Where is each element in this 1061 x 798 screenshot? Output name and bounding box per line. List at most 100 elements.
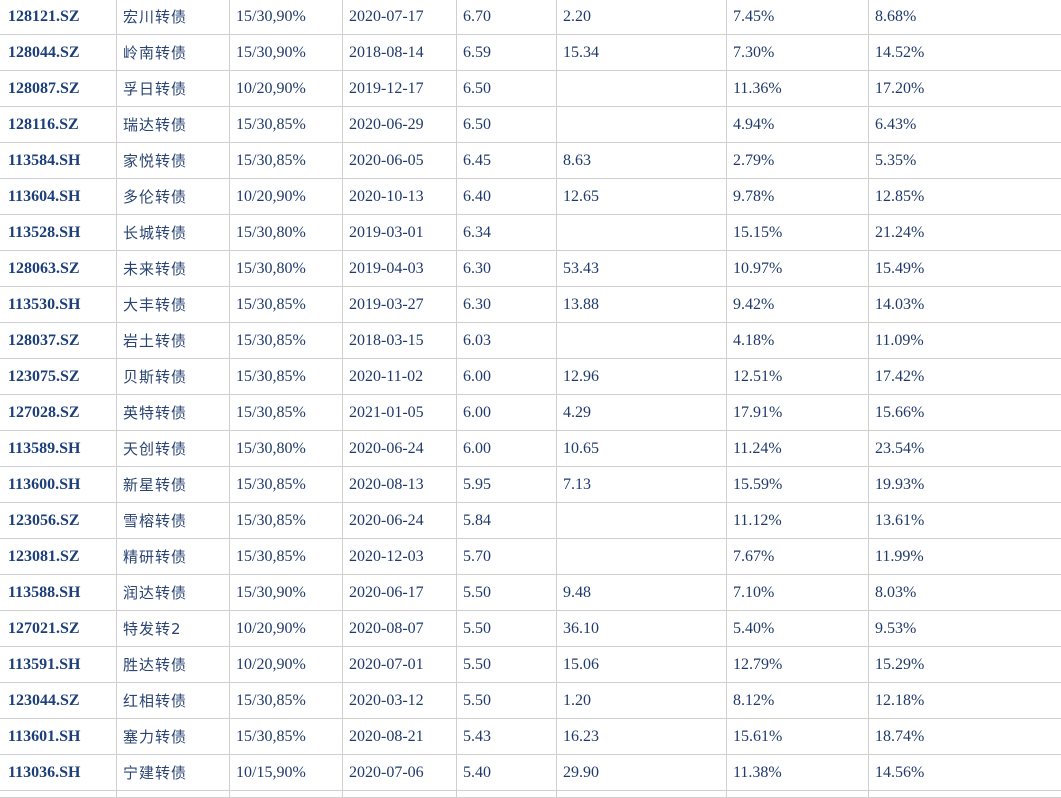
date-cell: 2020-11-02 [343, 359, 457, 395]
date-cell: 2020-07-06 [343, 755, 457, 791]
percent-2-cell: 14.56% [869, 755, 1061, 791]
value-1-cell: 6.40 [457, 179, 557, 215]
bond-name-cell: 红相转债 [117, 683, 230, 719]
value-1-cell: 5.50 [457, 575, 557, 611]
terms-cell: 15/30,80% [230, 215, 343, 251]
table-row: 113584.SH家悦转债15/30,85%2020-06-056.458.63… [0, 143, 1061, 179]
bond-code-cell: 128121.SZ [0, 0, 117, 35]
percent-2-cell: 15.66% [869, 395, 1061, 431]
table-row: 113604.SH多伦转债10/20,90%2020-10-136.4012.6… [0, 179, 1061, 215]
date-cell: 2019-03-01 [343, 215, 457, 251]
value-1-cell: 6.50 [457, 107, 557, 143]
percent-1-cell: 11.38% [727, 755, 869, 791]
date-cell: 2018-03-15 [343, 323, 457, 359]
percent-2-cell: 15.49% [869, 251, 1061, 287]
date-cell: 2018-08-14 [343, 35, 457, 71]
bond-code-cell: 127028.SZ [0, 395, 117, 431]
percent-1-cell: 15.61% [727, 719, 869, 755]
date-cell: 2019-12-17 [343, 71, 457, 107]
percent-1-cell: 5.40% [727, 611, 869, 647]
percent-1-cell: 7.45% [727, 0, 869, 35]
table-row: 123056.SZ雪榕转债15/30,85%2020-06-245.8411.1… [0, 503, 1061, 539]
value-1-cell: 6.30 [457, 287, 557, 323]
value-1-cell: 6.50 [457, 71, 557, 107]
table-row-partial [0, 791, 1061, 798]
date-cell: 2020-06-05 [343, 143, 457, 179]
value-1-cell: 6.34 [457, 215, 557, 251]
value-2-cell: 12.65 [557, 179, 727, 215]
terms-cell: 10/20,90% [230, 647, 343, 683]
terms-cell: 15/30,85% [230, 287, 343, 323]
date-cell: 2020-03-12 [343, 683, 457, 719]
table-row: 128037.SZ岩土转债15/30,85%2018-03-156.034.18… [0, 323, 1061, 359]
bond-code-cell: 128063.SZ [0, 251, 117, 287]
bond-name-cell: 精研转债 [117, 539, 230, 575]
bond-name-cell: 孚日转债 [117, 71, 230, 107]
percent-2-cell: 21.24% [869, 215, 1061, 251]
percent-1-cell: 9.78% [727, 179, 869, 215]
percent-2-cell: 8.68% [869, 0, 1061, 35]
percent-1-cell: 9.42% [727, 287, 869, 323]
percent-2-cell: 12.85% [869, 179, 1061, 215]
date-cell: 2020-06-17 [343, 575, 457, 611]
bond-name-cell: 新星转债 [117, 467, 230, 503]
percent-1-cell: 4.94% [727, 107, 869, 143]
bond-code-cell: 123075.SZ [0, 359, 117, 395]
percent-2-cell: 17.42% [869, 359, 1061, 395]
bond-name-cell: 特发转2 [117, 611, 230, 647]
value-1-cell: 6.70 [457, 0, 557, 35]
date-cell: 2020-12-03 [343, 539, 457, 575]
table-row: 128063.SZ未来转债15/30,80%2019-04-036.3053.4… [0, 251, 1061, 287]
terms-cell: 10/20,90% [230, 179, 343, 215]
bond-name-cell: 长城转债 [117, 215, 230, 251]
bond-code-cell: 113584.SH [0, 143, 117, 179]
table-row: 123081.SZ精研转债15/30,85%2020-12-035.707.67… [0, 539, 1061, 575]
bond-name-cell: 宏川转债 [117, 0, 230, 35]
bond-code-cell: 123081.SZ [0, 539, 117, 575]
percent-2-cell: 5.35% [869, 143, 1061, 179]
terms-cell: 15/30,80% [230, 251, 343, 287]
bond-code-cell: 128116.SZ [0, 107, 117, 143]
percent-1-cell: 17.91% [727, 395, 869, 431]
table-row: 113530.SH大丰转债15/30,85%2019-03-276.3013.8… [0, 287, 1061, 323]
bond-name-cell: 胜达转债 [117, 647, 230, 683]
value-1-cell: 5.40 [457, 755, 557, 791]
table-row: 113036.SH宁建转债10/15,90%2020-07-065.4029.9… [0, 755, 1061, 791]
value-1-cell: 5.70 [457, 539, 557, 575]
value-2-cell: 29.90 [557, 755, 727, 791]
bond-name-cell: 贝斯转债 [117, 359, 230, 395]
table-row: 113528.SH长城转债15/30,80%2019-03-016.3415.1… [0, 215, 1061, 251]
bond-name-cell: 瑞达转债 [117, 107, 230, 143]
date-cell: 2019-04-03 [343, 251, 457, 287]
value-1-cell: 5.50 [457, 611, 557, 647]
percent-2-cell: 17.20% [869, 71, 1061, 107]
terms-cell: 15/30,85% [230, 719, 343, 755]
percent-1-cell: 12.79% [727, 647, 869, 683]
value-2-cell: 2.20 [557, 0, 727, 35]
terms-cell: 15/30,90% [230, 0, 343, 35]
table-row: 128116.SZ瑞达转债15/30,85%2020-06-296.504.94… [0, 107, 1061, 143]
table-row: 113589.SH天创转债15/30,80%2020-06-246.0010.6… [0, 431, 1061, 467]
value-1-cell: 6.30 [457, 251, 557, 287]
bond-code-cell: 113589.SH [0, 431, 117, 467]
percent-1-cell: 15.15% [727, 215, 869, 251]
value-1-cell: 5.84 [457, 503, 557, 539]
bond-code-cell: 113036.SH [0, 755, 117, 791]
percent-2-cell: 13.61% [869, 503, 1061, 539]
value-2-cell [557, 215, 727, 251]
percent-1-cell: 11.36% [727, 71, 869, 107]
value-2-cell [557, 107, 727, 143]
date-cell: 2019-03-27 [343, 287, 457, 323]
date-cell: 2020-08-13 [343, 467, 457, 503]
percent-2-cell: 23.54% [869, 431, 1061, 467]
bond-table: 128121.SZ宏川转债15/30,90%2020-07-176.702.20… [0, 0, 1061, 798]
percent-1-cell: 2.79% [727, 143, 869, 179]
bond-name-cell: 宁建转债 [117, 755, 230, 791]
percent-1-cell: 7.67% [727, 539, 869, 575]
percent-2-cell: 19.93% [869, 467, 1061, 503]
table-row: 128044.SZ岭南转债15/30,90%2018-08-146.5915.3… [0, 35, 1061, 71]
percent-1-cell: 7.10% [727, 575, 869, 611]
value-2-cell: 36.10 [557, 611, 727, 647]
percent-1-cell: 8.12% [727, 683, 869, 719]
date-cell: 2020-07-17 [343, 0, 457, 35]
